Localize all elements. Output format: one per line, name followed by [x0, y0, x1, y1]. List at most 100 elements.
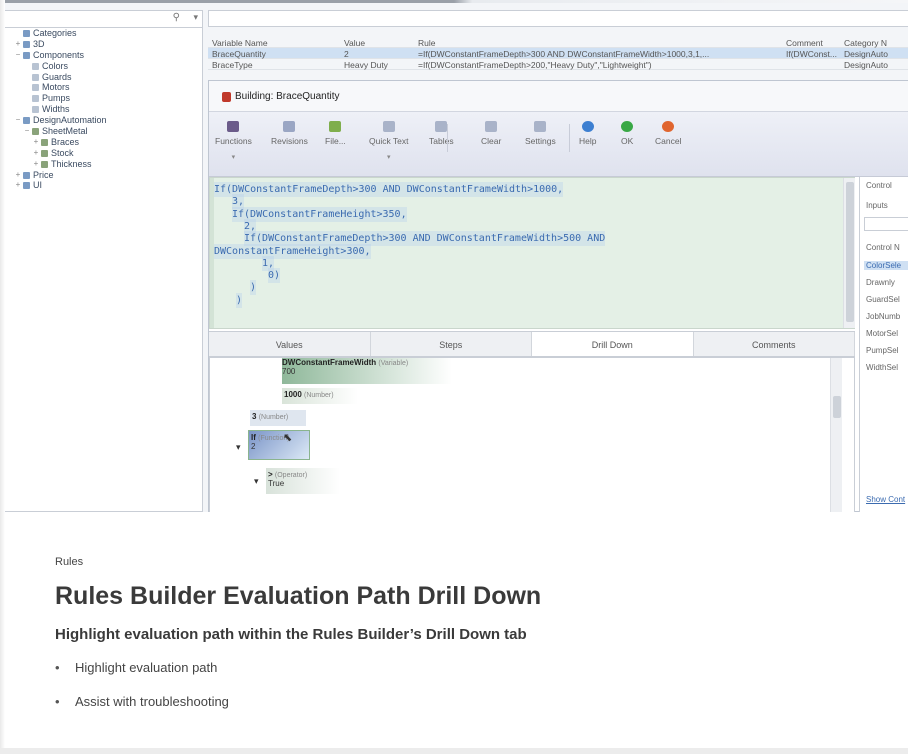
expand-toggle-icon[interactable]: +	[32, 148, 40, 159]
category-filter-input[interactable]: ⚲ ▾	[5, 11, 202, 28]
bullet-text: Highlight evaluation path	[75, 660, 218, 675]
drill-node-variable-type: (Variable)	[378, 360, 409, 367]
tree-node[interactable]: Motors	[14, 82, 107, 93]
folder-icon	[23, 182, 30, 190]
drill-scrollbar[interactable]	[830, 358, 842, 512]
expand-toggle-icon[interactable]: +	[32, 159, 40, 170]
folder-icon	[41, 138, 48, 146]
drill-node-function[interactable]: If (Function) ⬉ 2	[248, 430, 310, 460]
control-list-item[interactable]: Drawnly	[866, 278, 895, 287]
tree-node[interactable]: − SheetMetal	[14, 126, 107, 137]
control-list-item[interactable]: ColorSele	[864, 261, 908, 270]
expand-toggle-icon[interactable]: +	[14, 180, 22, 191]
control-list-item[interactable]: MotorSel	[866, 329, 898, 338]
ribbon-label: Functions	[215, 136, 252, 146]
tree-node[interactable]: + Thickness	[14, 159, 107, 170]
filter-icon[interactable]: ⚲	[173, 12, 180, 23]
tree-node[interactable]: + Price	[14, 170, 107, 181]
drill-node-variable[interactable]: DWConstantFrameWidth (Variable) 700	[282, 358, 452, 384]
inputs-box[interactable]	[864, 217, 908, 231]
folder-icon	[32, 106, 39, 114]
tree-node[interactable]: Colors	[14, 61, 107, 72]
chevron-down-icon[interactable]: ▾	[215, 153, 252, 161]
settings-icon	[534, 121, 547, 132]
clear-button[interactable]: Clear	[481, 121, 501, 146]
drill-node-result[interactable]: 3 (Number)	[250, 410, 306, 426]
controls-list-header: Control N	[866, 243, 900, 252]
expand-toggle-icon[interactable]: +	[14, 39, 22, 50]
code-line: 0)	[268, 268, 281, 284]
collapse-icon-operator[interactable]: ▾	[254, 476, 259, 487]
folder-icon	[23, 117, 30, 125]
column-header[interactable]: Value	[344, 38, 414, 48]
column-header[interactable]: Variable Name	[212, 38, 340, 48]
show-controls-link[interactable]: Show Cont	[866, 495, 905, 504]
variables-grid: Variable Name Value Rule Comment Category NB…	[208, 37, 908, 81]
functions-button[interactable]: Functions ▾	[215, 121, 252, 161]
editor-scroll-thumb[interactable]	[846, 182, 854, 322]
control-list-item[interactable]: GuardSel	[866, 295, 900, 304]
chevron-down-icon[interactable]: ▾	[369, 153, 409, 161]
slide-subtitle: Highlight evaluation path within the Rul…	[55, 626, 527, 643]
tree-node-label: Price	[33, 169, 54, 180]
tree-node[interactable]: + UI	[14, 180, 107, 191]
tree-node[interactable]: Pumps	[14, 93, 107, 104]
revisions-button[interactable]: Revisions	[271, 121, 308, 146]
expand-toggle-icon[interactable]: −	[23, 126, 31, 137]
column-header[interactable]: Rule	[418, 38, 782, 48]
tables-button[interactable]: Tables	[429, 121, 454, 146]
editor-scrollbar[interactable]	[843, 178, 855, 328]
help-icon	[581, 121, 594, 132]
table-row[interactable]: BraceQuantity 2 =If(DWConstantFrameDepth>3…	[208, 48, 908, 59]
tree-node-label: Pumps	[42, 93, 71, 104]
tab-steps[interactable]: Steps	[371, 332, 532, 356]
controls-header: Control	[866, 181, 892, 190]
slide-bullets: • Highlight evaluation path • Assist with t…	[55, 660, 229, 728]
tree-node[interactable]: +3D	[14, 39, 107, 50]
tree-node[interactable]: Categories	[14, 28, 107, 39]
expand-toggle-icon[interactable]: −	[14, 115, 22, 126]
control-list-item[interactable]: JobNumb	[866, 312, 900, 321]
collapse-icon[interactable]: ▾	[236, 442, 241, 453]
tree-node[interactable]: − DesignAutomation	[14, 115, 107, 126]
table-row[interactable]: BraceType Heavy Duty =If(DWConstantFrameDe…	[208, 59, 908, 70]
ribbon-label: File...	[325, 136, 346, 146]
rule-code-editor[interactable]: If(DWConstantFrameDepth>300 AND DWConsta…	[209, 177, 855, 329]
ribbon-label: OK	[621, 136, 634, 146]
code-line: If(DWConstantFrameHeight>350,	[232, 206, 407, 222]
app-window: ⚲ ▾ Categories +3D − Components Colors Guards…	[0, 0, 908, 512]
tab-values[interactable]: Values	[209, 332, 371, 356]
help-button[interactable]: Help	[579, 121, 596, 146]
function-icon	[227, 121, 240, 132]
tree-node[interactable]: Widths	[14, 104, 107, 115]
control-list-item[interactable]: PumpSel	[866, 346, 898, 355]
drill-node-number[interactable]: 1000 (Number)	[282, 388, 358, 404]
drill-scroll-thumb[interactable]	[833, 396, 841, 418]
drill-node-operator-type: (Operator)	[274, 472, 308, 479]
rule-search-bar[interactable]	[208, 10, 908, 27]
control-list-item[interactable]: WidthSel	[866, 363, 898, 372]
tab-drill-down[interactable]: Drill Down	[532, 332, 694, 356]
tree-node[interactable]: + Braces	[14, 137, 107, 148]
inputs-label: Inputs	[866, 201, 888, 210]
cancel-button[interactable]: Cancel	[655, 121, 681, 146]
tree-node[interactable]: Guards	[14, 72, 107, 83]
tree-node-label: Thickness	[51, 158, 92, 169]
revisions-icon	[283, 121, 296, 132]
tree-node[interactable]: − Components	[14, 50, 107, 61]
drill-node-operator[interactable]: > (Operator) True	[266, 468, 340, 494]
expand-toggle-icon[interactable]: +	[14, 170, 22, 181]
quick-text-button[interactable]: Quick Text ▾	[369, 121, 409, 161]
tree-node[interactable]: + Stock	[14, 148, 107, 159]
file-button[interactable]: File...	[325, 121, 346, 146]
column-header[interactable]: Comment	[786, 38, 840, 48]
settings-button[interactable]: Settings	[525, 121, 556, 146]
expand-toggle-icon[interactable]: −	[14, 50, 22, 61]
expand-toggle-icon[interactable]: +	[32, 137, 40, 148]
chevron-down-icon[interactable]: ▾	[193, 12, 198, 23]
code-line: If(DWConstantFrameDepth>300 AND DWConsta…	[214, 182, 564, 197]
tab-comments[interactable]: Comments	[694, 332, 855, 356]
ok-button[interactable]: OK	[621, 121, 633, 146]
column-header[interactable]: Category N	[844, 38, 906, 48]
table-cell: DesignAuto	[844, 60, 888, 70]
